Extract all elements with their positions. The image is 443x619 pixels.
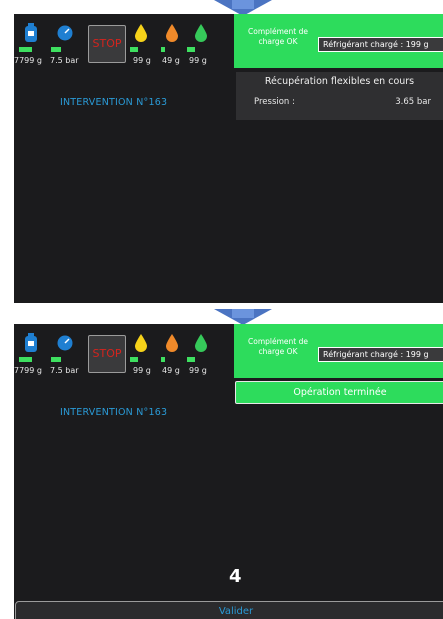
yellow-level-bar	[130, 47, 138, 52]
tank-level-bar	[19, 357, 32, 362]
tank-icon	[25, 333, 37, 352]
green-bottle-weight: 99 g	[189, 366, 207, 375]
recovery-status-title: Récupération flexibles en cours	[264, 76, 415, 87]
orange-drop-icon	[166, 24, 178, 42]
step-number: 4	[229, 566, 242, 587]
operation-complete-button[interactable]: Opération terminée	[235, 381, 443, 404]
pressure-value: 7.5 bar	[50, 366, 79, 375]
gauge-icon	[57, 25, 73, 41]
charge-status-box: Complément de charge OK Réfrigérant char…	[234, 324, 443, 378]
intervention-label: INTERVENTION N°163	[60, 97, 168, 108]
gauge-icon	[57, 335, 73, 351]
green-drop-icon	[195, 24, 207, 42]
refrigerant-charged-display: Réfrigérant chargé : 199 g	[318, 347, 443, 362]
green-level-bar	[187, 357, 195, 362]
charge-status-text: Complément de charge OK	[248, 27, 308, 46]
yellow-bottle-weight: 99 g	[133, 56, 151, 65]
orange-drop-icon	[166, 334, 178, 352]
stop-button[interactable]: STOP	[88, 335, 126, 373]
yellow-bottle-weight: 99 g	[133, 366, 151, 375]
pressure-reading: 3.65 bar	[395, 97, 431, 107]
pressure-level-bar	[51, 357, 61, 362]
green-bottle-weight: 99 g	[189, 56, 207, 65]
yellow-drop-icon	[135, 334, 147, 352]
charge-status-text: Complément de charge OK	[248, 337, 308, 356]
orange-bottle-weight: 49 g	[162, 366, 180, 375]
yellow-level-bar	[130, 357, 138, 362]
pressure-level-bar	[51, 47, 61, 52]
charge-status-box: Complément de charge OK Réfrigérant char…	[234, 14, 443, 68]
status-toolbar: 7799 g 7.5 bar STOP 99 g 49 g 99 g	[14, 14, 235, 76]
orange-bottle-weight: 49 g	[162, 56, 180, 65]
stop-button[interactable]: STOP	[88, 25, 126, 63]
tank-weight: 7799 g	[14, 56, 42, 65]
tank-icon	[25, 23, 37, 42]
orange-level-bar	[161, 357, 165, 362]
screen-frame-1: 7799 g 7.5 bar STOP 99 g 49 g 99 g INTER…	[14, 14, 443, 303]
pressure-label: Pression :	[254, 97, 295, 107]
orange-level-bar	[161, 47, 165, 52]
validate-button[interactable]: Valider	[15, 601, 443, 619]
tank-level-bar	[19, 47, 32, 52]
green-level-bar	[187, 47, 195, 52]
refrigerant-charged-display: Réfrigérant chargé : 199 g	[318, 37, 443, 52]
yellow-drop-icon	[135, 24, 147, 42]
green-drop-icon	[195, 334, 207, 352]
status-toolbar: 7799 g 7.5 bar STOP 99 g 49 g 99 g	[14, 324, 235, 386]
recovery-status-panel: Récupération flexibles en cours Pression…	[236, 72, 443, 120]
screen-frame-2: 7799 g 7.5 bar STOP 99 g 49 g 99 g INTER…	[14, 324, 443, 619]
down-arrow-icon	[214, 309, 272, 325]
intervention-label: INTERVENTION N°163	[60, 407, 168, 418]
tank-weight: 7799 g	[14, 366, 42, 375]
pressure-value: 7.5 bar	[50, 56, 79, 65]
